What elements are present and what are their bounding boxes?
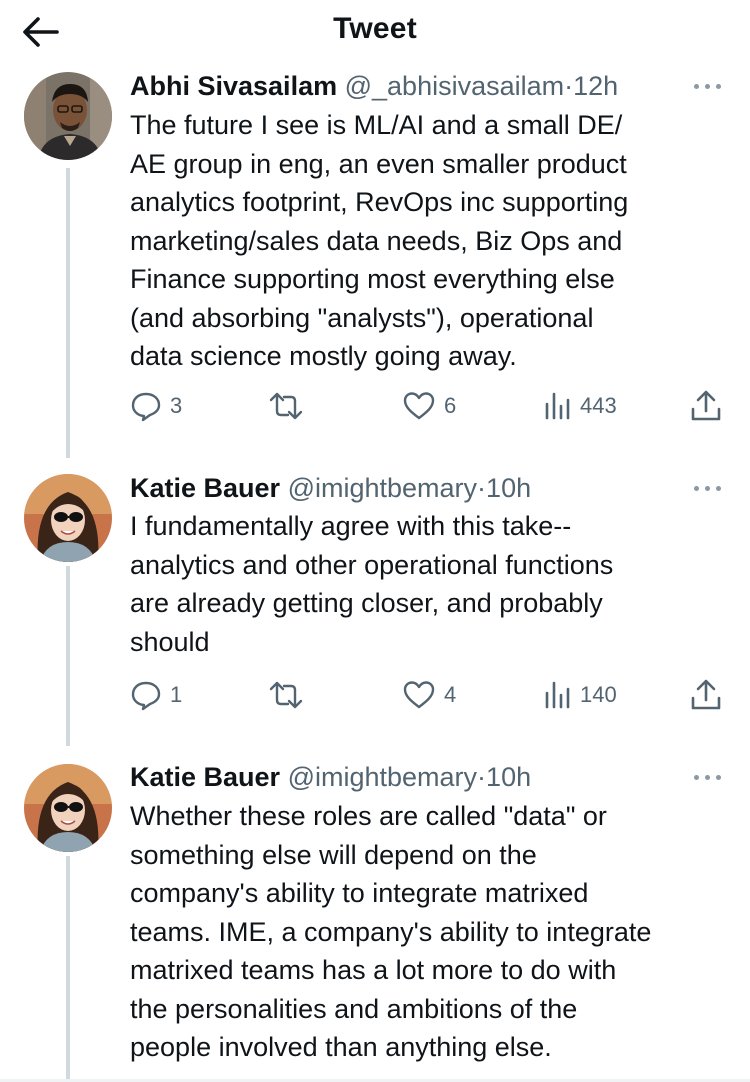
retweet-icon	[269, 392, 303, 420]
views-button[interactable]: 140	[544, 677, 617, 713]
more-button[interactable]	[692, 76, 724, 96]
tweet[interactable]: Abhi Sivasailam @_abhisivasailam·12h The…	[0, 0, 750, 460]
tweet[interactable]: Katie Bauer @imightbemary·10h Whether th…	[0, 750, 750, 1082]
author-handle[interactable]: @imightbemary	[288, 762, 477, 792]
more-button[interactable]	[692, 767, 724, 787]
reply-button[interactable]: 3	[130, 388, 182, 424]
reply-count: 1	[170, 682, 183, 707]
reply-count: 3	[170, 393, 183, 418]
author-name[interactable]: Katie Bauer	[130, 762, 280, 792]
tweet-author-row: Abhi Sivasailam @_abhisivasailam·12h	[130, 68, 730, 104]
more-dots-icon	[694, 84, 699, 89]
separator-dot: ·	[477, 473, 487, 503]
tweet-actions: 3 6 443	[130, 388, 730, 424]
author-handle[interactable]: @imightbemary	[288, 473, 477, 503]
reply-button[interactable]: 1	[130, 677, 182, 713]
views-bars-icon	[545, 681, 570, 709]
share-button[interactable]	[690, 677, 722, 713]
views-button[interactable]: 443	[544, 388, 617, 424]
more-dots-icon	[694, 486, 699, 491]
view-count: 140	[580, 682, 617, 707]
tweet-text: The future I see is ML/AI and a small DE…	[130, 110, 629, 371]
share-upload-icon	[691, 679, 721, 710]
tweet[interactable]: Katie Bauer @imightbemary·10h I fundamen…	[0, 460, 750, 750]
view-count: 443	[580, 393, 617, 418]
tweet-actions: 1 4 140	[130, 677, 730, 713]
like-button[interactable]: 6	[402, 388, 456, 424]
avatar[interactable]	[24, 764, 112, 852]
like-count: 4	[444, 682, 457, 707]
reply-bubble-icon	[131, 392, 161, 422]
author-name[interactable]: Abhi Sivasailam	[130, 71, 337, 101]
heart-icon	[403, 681, 435, 709]
avatar[interactable]	[24, 474, 112, 562]
like-count: 6	[444, 393, 457, 418]
tweet-text: Whether these roles are called "data" or…	[130, 801, 652, 1062]
timestamp[interactable]: 10h	[486, 473, 531, 503]
more-button[interactable]	[692, 478, 724, 498]
retweet-icon	[269, 681, 303, 709]
author-name[interactable]: Katie Bauer	[130, 473, 280, 503]
separator-dot: ·	[477, 762, 487, 792]
heart-icon	[403, 392, 435, 420]
separator-dot: ·	[564, 71, 574, 101]
more-dots-icon	[694, 775, 699, 780]
like-button[interactable]: 4	[402, 677, 456, 713]
retweet-button[interactable]	[268, 677, 304, 713]
timestamp[interactable]: 10h	[486, 762, 531, 792]
share-upload-icon	[691, 390, 721, 421]
tweet-author-row: Katie Bauer @imightbemary·10h	[130, 759, 730, 795]
tweet-author-row: Katie Bauer @imightbemary·10h	[130, 470, 730, 506]
tweet-text: I fundamentally agree with this take-- a…	[130, 511, 614, 657]
reply-bubble-icon	[131, 681, 161, 711]
timestamp[interactable]: 12h	[573, 71, 618, 101]
retweet-button[interactable]	[268, 388, 304, 424]
share-button[interactable]	[690, 388, 722, 424]
avatar[interactable]	[24, 72, 112, 160]
views-bars-icon	[545, 392, 570, 420]
author-handle[interactable]: @_abhisivasailam	[345, 71, 565, 101]
